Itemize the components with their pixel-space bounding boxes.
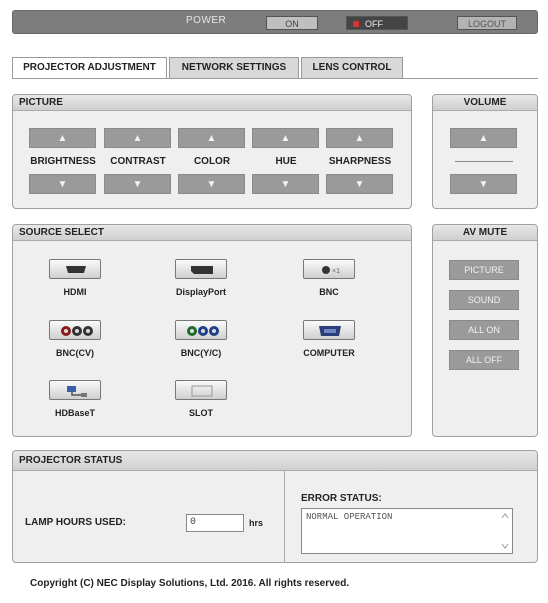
volume-up-button[interactable]: ▲	[450, 128, 517, 148]
source-select-panel: SOURCE SELECT HDMI DisplayPort ×1 BNC BN…	[12, 224, 412, 437]
tab-network-settings[interactable]: NETWORK SETTINGS	[169, 57, 299, 78]
error-status-text: NORMAL OPERATION	[306, 512, 393, 522]
computer-source-button[interactable]	[303, 320, 355, 340]
slot-source-button[interactable]	[175, 380, 227, 400]
contrast-up-button[interactable]: ▲	[104, 128, 171, 148]
logout-button[interactable]: LOGOUT	[457, 16, 517, 30]
projector-status-panel: PROJECTOR STATUS LAMP HOURS USED: 0 hrs …	[12, 450, 538, 563]
slot-icon	[191, 385, 213, 397]
power-off-label: OFF	[365, 19, 383, 29]
volume-panel: VOLUME ▲ ▼	[432, 94, 538, 209]
computer-label: COMPUTER	[303, 348, 355, 358]
bnc-source-button[interactable]: ×1	[303, 259, 355, 279]
mute-all-on-button[interactable]: ALL ON	[449, 320, 519, 340]
power-off-led-icon	[353, 21, 359, 27]
hdmi-label: HDMI	[63, 287, 87, 297]
bnc-cv-source-button[interactable]	[49, 320, 101, 340]
bnc-cv-connector-icon	[61, 326, 93, 336]
scroll-up-icon[interactable]	[501, 513, 509, 519]
displayport-label: DisplayPort	[175, 287, 226, 297]
hdbaset-source-button[interactable]	[49, 380, 101, 400]
bnc-yc-source-button[interactable]	[175, 320, 227, 340]
bnc-cv-label: BNC(CV)	[56, 348, 94, 358]
slot-label: SLOT	[189, 408, 213, 418]
lamp-hours-label: LAMP HOURS USED:	[25, 517, 126, 528]
volume-panel-title: VOLUME	[433, 95, 537, 111]
projector-status-title: PROJECTOR STATUS	[13, 451, 537, 471]
svg-text:×1: ×1	[332, 268, 340, 275]
contrast-down-button[interactable]: ▼	[104, 174, 171, 194]
hue-down-button[interactable]: ▼	[252, 174, 319, 194]
volume-divider	[455, 161, 513, 162]
vga-port-icon	[319, 326, 341, 336]
copyright-text: Copyright (C) NEC Display Solutions, Ltd…	[30, 578, 350, 589]
displayport-source-button[interactable]	[175, 259, 227, 279]
hdbaset-network-icon	[67, 386, 87, 397]
tab-projector-adjustment[interactable]: PROJECTOR ADJUSTMENT	[12, 57, 167, 79]
sharpness-up-button[interactable]: ▲	[326, 128, 393, 148]
av-mute-panel: AV MUTE PICTURE SOUND ALL ON ALL OFF	[432, 224, 538, 437]
brightness-up-button[interactable]: ▲	[29, 128, 96, 148]
power-on-button[interactable]: ON	[266, 16, 318, 30]
tab-lens-control[interactable]: LENS CONTROL	[301, 57, 403, 78]
error-status-label: ERROR STATUS:	[301, 493, 382, 504]
color-down-button[interactable]: ▼	[178, 174, 245, 194]
scroll-down-icon[interactable]	[501, 543, 509, 549]
power-off-button[interactable]: OFF	[346, 16, 408, 30]
color-up-button[interactable]: ▲	[178, 128, 245, 148]
scrollbar[interactable]	[500, 511, 510, 551]
sharpness-down-button[interactable]: ▼	[326, 174, 393, 194]
source-select-title: SOURCE SELECT	[13, 225, 411, 241]
volume-down-button[interactable]: ▼	[450, 174, 517, 194]
power-label: POWER	[186, 15, 227, 26]
hdmi-port-icon	[66, 266, 86, 273]
picture-panel: PICTURE ▲ BRIGHTNESS ▼ ▲ CONTRAST ▼ ▲ CO…	[12, 94, 412, 209]
mute-picture-button[interactable]: PICTURE	[449, 260, 519, 280]
hdbaset-label: HDBaseT	[54, 408, 95, 418]
bnc-connector-icon: ×1	[322, 266, 340, 275]
bnc-yc-connector-icon	[187, 326, 219, 336]
av-mute-title: AV MUTE	[433, 225, 537, 241]
brightness-down-button[interactable]: ▼	[29, 174, 96, 194]
status-divider	[284, 471, 285, 563]
lamp-hours-field: 0	[186, 514, 244, 532]
displayport-icon	[191, 266, 213, 274]
hdmi-source-button[interactable]	[49, 259, 101, 279]
bnc-label: BNC	[319, 287, 339, 297]
error-status-field[interactable]: NORMAL OPERATION	[301, 508, 513, 554]
lamp-hours-unit: hrs	[249, 518, 264, 528]
tab-divider	[12, 78, 538, 79]
power-bar: POWER ON OFF LOGOUT	[12, 10, 538, 34]
hue-up-button[interactable]: ▲	[252, 128, 319, 148]
picture-panel-title: PICTURE	[13, 95, 411, 111]
sharpness-label: SHARPNESS	[328, 156, 392, 167]
mute-sound-button[interactable]: SOUND	[449, 290, 519, 310]
mute-all-off-button[interactable]: ALL OFF	[449, 350, 519, 370]
bnc-yc-label: BNC(Y/C)	[180, 348, 222, 358]
